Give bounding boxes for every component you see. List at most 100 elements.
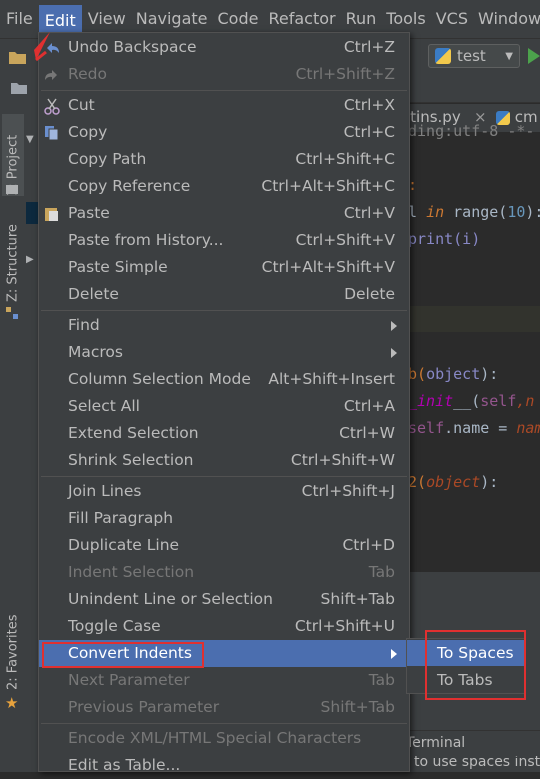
menu-item-shortcut: Tab <box>368 671 395 689</box>
menu-view[interactable]: View <box>84 5 130 33</box>
project-icon <box>6 185 18 194</box>
menu-item-extend-selection[interactable]: Extend Selection Ctrl+W <box>39 420 409 447</box>
menu-edit[interactable]: Edit <box>38 5 82 33</box>
run-icon[interactable] <box>528 48 540 64</box>
menu-item-unindent-line-or-selection[interactable]: Unindent Line or Selection Shift+Tab <box>39 586 409 613</box>
menu-tools[interactable]: Tools <box>382 5 429 33</box>
menu-vcs[interactable]: VCS <box>432 5 472 33</box>
row-highlight <box>26 202 38 224</box>
menu-item-label: Paste <box>68 204 110 222</box>
menu-code[interactable]: Code <box>214 5 263 33</box>
code-line: ding:utf-8 -*- <box>408 122 535 140</box>
redo-icon <box>43 66 61 84</box>
menu-item-shortcut: Alt+Shift+Insert <box>268 370 395 388</box>
menu-item-copy[interactable]: Copy Ctrl+C <box>39 119 409 146</box>
menu-run[interactable]: Run <box>342 5 381 33</box>
menu-item-label: Next Parameter <box>68 671 190 689</box>
paste-icon <box>43 205 61 223</box>
favorites-tab-label: 2: Favorites <box>5 614 21 690</box>
menu-item-join-lines[interactable]: Join Lines Ctrl+Shift+J <box>39 478 409 505</box>
menu-item-shortcut: Ctrl+Shift+W <box>290 451 395 469</box>
menu-item-duplicate-line[interactable]: Duplicate Line Ctrl+D <box>39 532 409 559</box>
menu-item-label: Shrink Selection <box>68 451 194 469</box>
menu-item-macros[interactable]: Macros <box>39 339 409 366</box>
menu-item-label: Fill Paragraph <box>68 509 174 527</box>
structure-tab-label: Z: Structure <box>5 224 21 302</box>
menu-item-shortcut: Shift+Tab <box>320 590 395 608</box>
star-icon: ★ <box>5 694 19 712</box>
status-bar: to use spaces inst <box>404 756 540 772</box>
menu-item-shortcut: Ctrl+Shift+V <box>295 231 395 249</box>
status-text: to use spaces inst <box>414 756 540 770</box>
run-configuration-label: test <box>457 47 486 65</box>
menu-item-copy-path[interactable]: Copy Path Ctrl+Shift+C <box>39 146 409 173</box>
menu-item-shortcut: Ctrl+Shift+Z <box>295 65 395 83</box>
menu-item-shortcut: Shift+Tab <box>320 698 395 716</box>
menu-item-fill-paragraph[interactable]: Fill Paragraph <box>39 505 409 532</box>
menu-item-paste[interactable]: Paste Ctrl+V <box>39 200 409 227</box>
menu-item-shortcut: Ctrl+Shift+C <box>295 150 395 168</box>
menu-item-cut[interactable]: Cut Ctrl+X <box>39 92 409 119</box>
menu-item-previous-parameter[interactable]: Previous Parameter Shift+Tab <box>39 694 409 721</box>
menu-refactor[interactable]: Refactor <box>264 5 339 33</box>
expand-arrow-icon[interactable]: ▶ <box>26 254 34 265</box>
submenu-arrow-icon <box>391 321 397 331</box>
menu-item-shortcut: Tab <box>368 563 395 581</box>
menu-item-edit-as-table[interactable]: Edit as Table... <box>39 752 409 779</box>
menu-item-shortcut: Ctrl+D <box>342 536 395 554</box>
menu-item-shortcut: Ctrl+Shift+J <box>301 482 395 500</box>
menu-item-delete[interactable]: Delete Delete <box>39 281 409 308</box>
menu-navigate[interactable]: Navigate <box>132 5 212 33</box>
menu-item-shortcut: Ctrl+X <box>343 96 395 114</box>
menu-item-shortcut: Ctrl+A <box>343 397 395 415</box>
structure-tool-tab[interactable]: Z: Structure <box>2 222 24 302</box>
menu-item-label: Toggle Case <box>68 617 161 635</box>
menu-item-find[interactable]: Find <box>39 312 409 339</box>
menu-item-shortcut: Ctrl+V <box>343 204 395 222</box>
menu-item-label: Find <box>68 316 100 334</box>
menu-item-select-all[interactable]: Select All Ctrl+A <box>39 393 409 420</box>
code-line: self.name = nam <box>408 419 540 437</box>
code-editor[interactable]: ding:utf-8 -*- : l in range(10): print(i… <box>404 122 540 572</box>
current-line-highlight <box>404 306 540 332</box>
menu-item-copy-reference[interactable]: Copy Reference Ctrl+Alt+Shift+C <box>39 173 409 200</box>
menu-item-label: Paste Simple <box>68 258 168 276</box>
menu-item-label: Copy <box>68 123 108 141</box>
terminal-tab[interactable]: Terminal <box>404 730 540 757</box>
menu-item-label: Encode XML/HTML Special Characters <box>68 729 362 747</box>
menu-window[interactable]: Window <box>474 5 540 33</box>
code-line: l in range(10): <box>408 203 540 221</box>
menu-item-column-selection-mode[interactable]: Column Selection Mode Alt+Shift+Insert <box>39 366 409 393</box>
menu-item-label: Macros <box>68 343 123 361</box>
menu-item-label: Edit as Table... <box>68 756 181 774</box>
expand-arrow-icon[interactable]: ▼ <box>26 134 34 145</box>
menu-separator <box>41 476 407 477</box>
menu-item-indent-selection[interactable]: Indent Selection Tab <box>39 559 409 586</box>
menu-item-shrink-selection[interactable]: Shrink Selection Ctrl+Shift+W <box>39 447 409 474</box>
menu-item-undo-backspace[interactable]: Undo Backspace Ctrl+Z <box>39 34 409 61</box>
menu-item-label: Copy Reference <box>68 177 191 195</box>
favorites-tool-tab[interactable]: 2: Favorites <box>2 614 24 690</box>
menu-item-label: Previous Parameter <box>68 698 220 716</box>
run-configuration-select[interactable]: test ▼ <box>428 44 520 68</box>
folder-icon[interactable] <box>10 81 28 95</box>
menu-item-shortcut: Ctrl+Z <box>343 38 395 56</box>
menu-item-toggle-case[interactable]: Toggle Case Ctrl+Shift+U <box>39 613 409 640</box>
menu-item-shortcut: Ctrl+Alt+Shift+V <box>261 258 395 276</box>
python-icon <box>435 48 451 64</box>
menu-item-redo[interactable]: Redo Ctrl+Shift+Z <box>39 61 409 88</box>
menu-item-paste-simple[interactable]: Paste Simple Ctrl+Alt+Shift+V <box>39 254 409 281</box>
menu-item-label: Paste from History... <box>68 231 224 249</box>
menu-item-paste-from-history[interactable]: Paste from History... Ctrl+Shift+V <box>39 227 409 254</box>
menu-item-encode-xml-html-special-characters[interactable]: Encode XML/HTML Special Characters <box>39 725 409 752</box>
menu-item-next-parameter[interactable]: Next Parameter Tab <box>39 667 409 694</box>
menu-file[interactable]: File <box>2 5 37 33</box>
menu-item-label: Indent Selection <box>68 563 195 581</box>
code-line: print(i) <box>408 230 481 248</box>
menu-item-shortcut: Delete <box>344 285 395 303</box>
menu-item-label: Cut <box>68 96 95 114</box>
terminal-tab-label: Terminal <box>406 735 466 751</box>
submenu-arrow-icon <box>391 649 397 659</box>
menu-item-label: Redo <box>68 65 107 83</box>
open-folder-icon[interactable] <box>8 49 28 65</box>
